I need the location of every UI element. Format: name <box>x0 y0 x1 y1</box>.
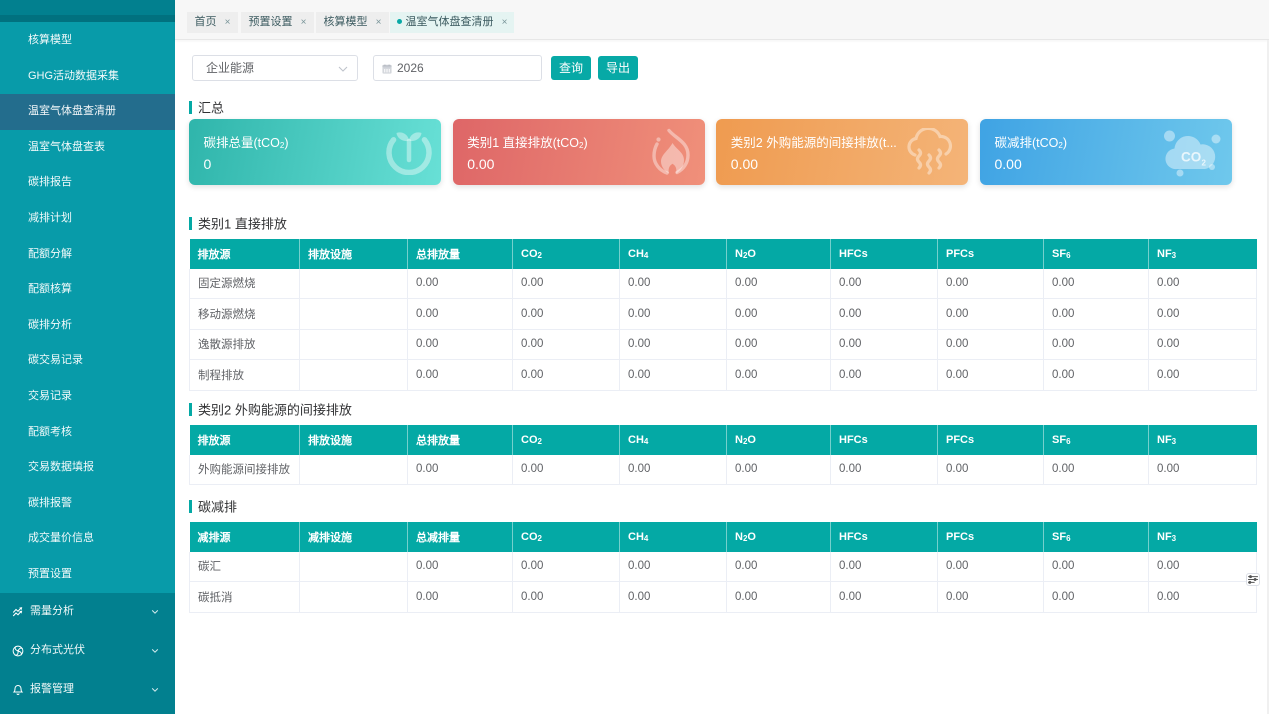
svg-text:2: 2 <box>1202 159 1207 168</box>
svg-text:CO: CO <box>1181 150 1201 165</box>
